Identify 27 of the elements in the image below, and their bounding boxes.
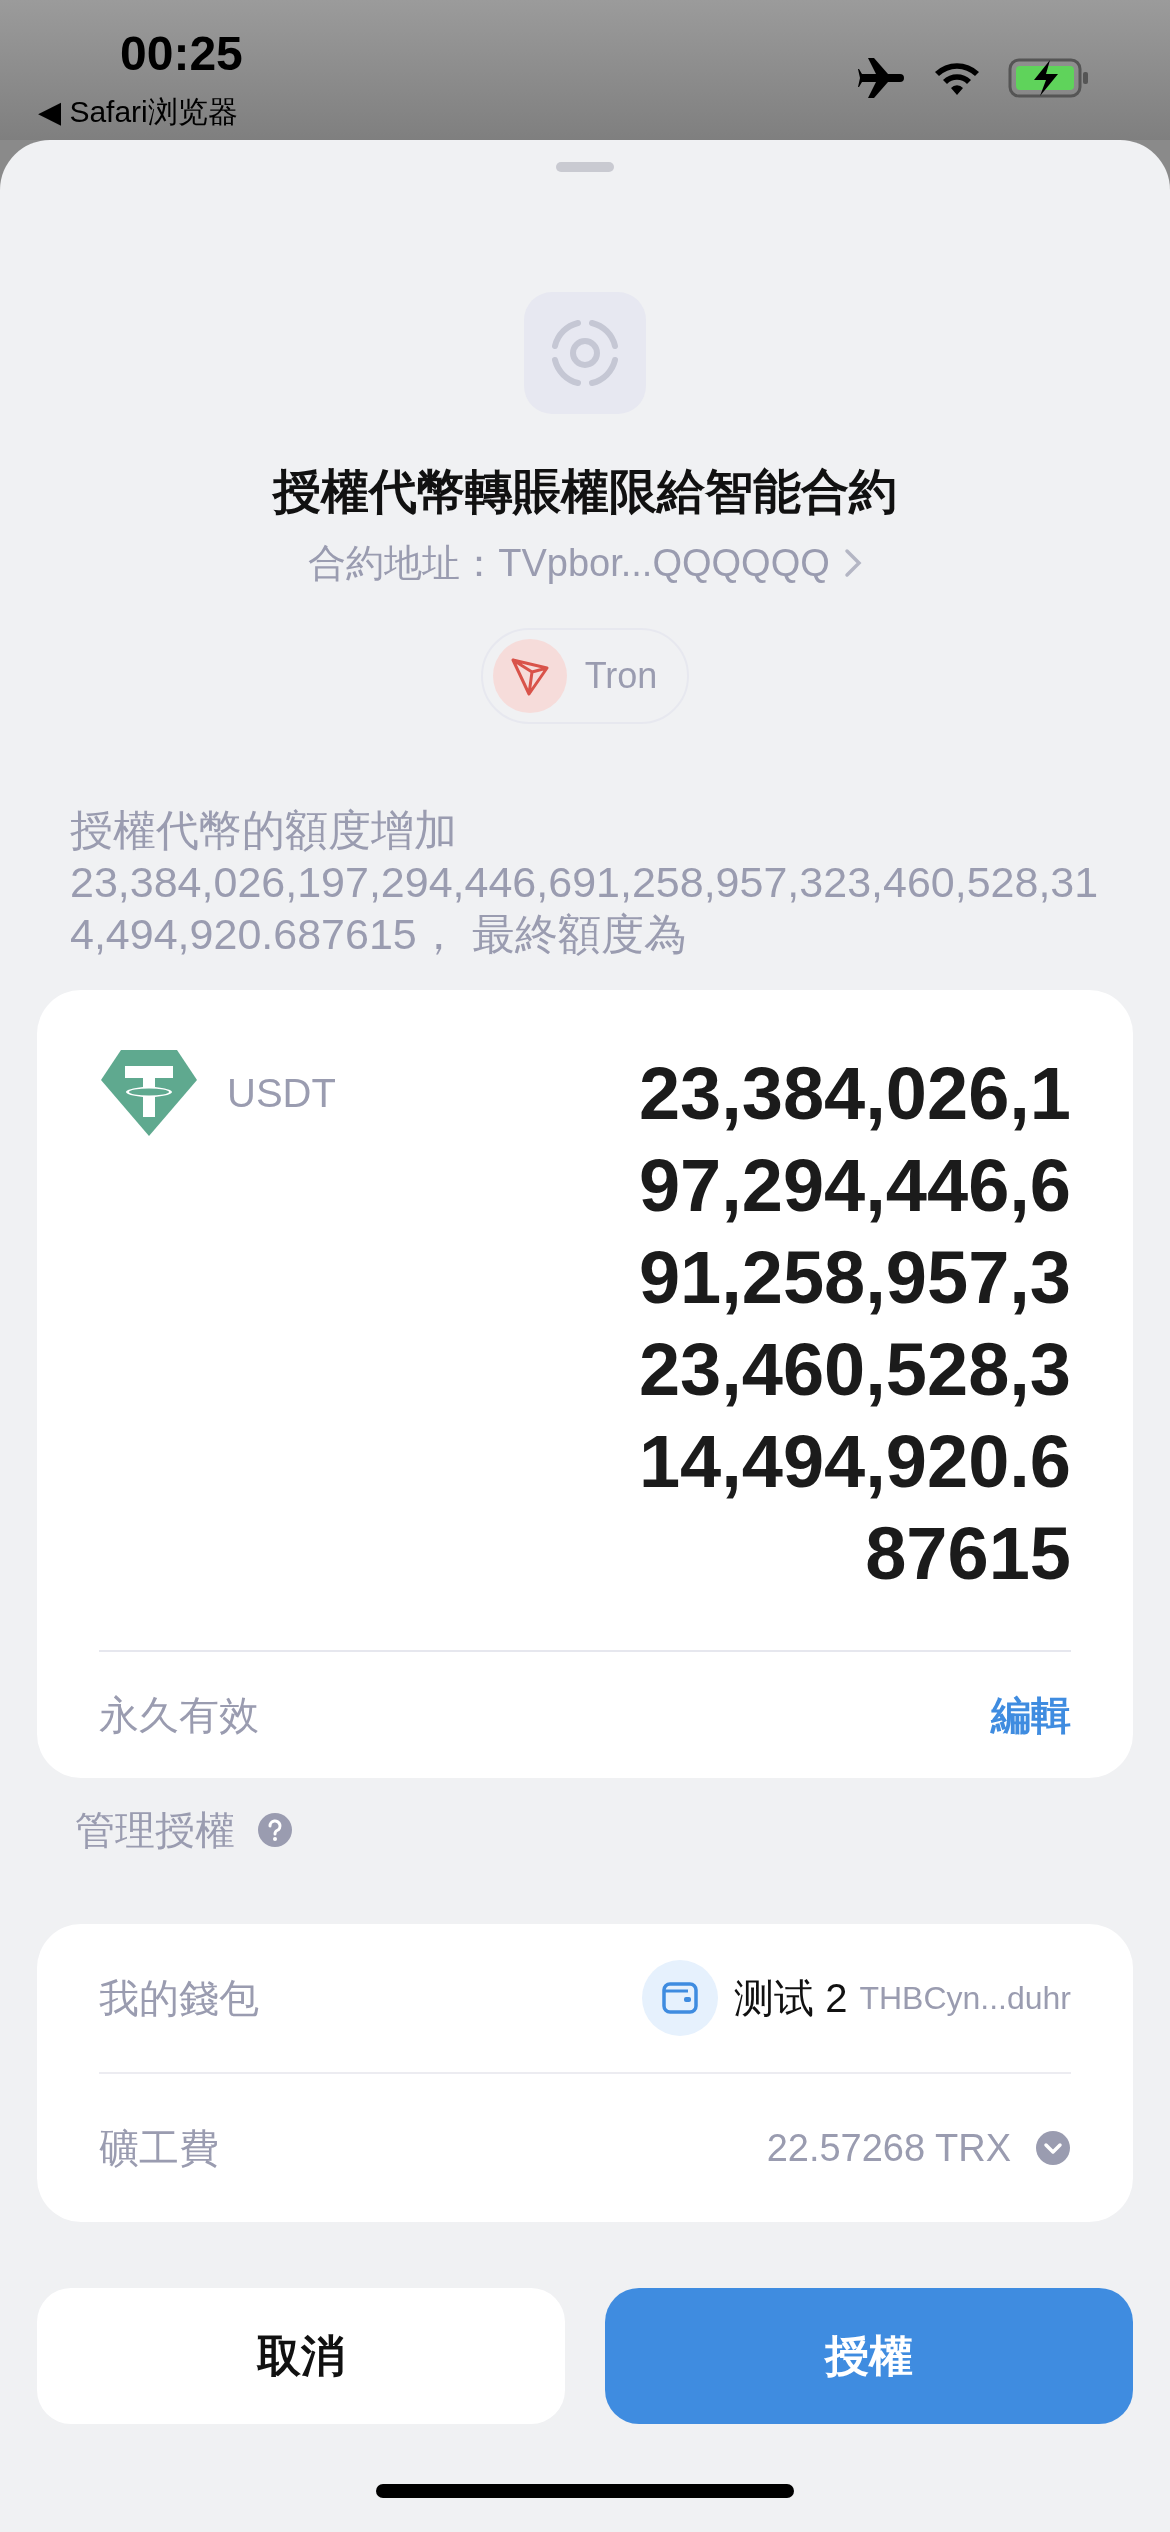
sheet-handle[interactable] xyxy=(556,162,614,172)
token-symbol: USDT xyxy=(227,1070,336,1116)
row-label: 我的錢包 xyxy=(99,1974,259,2022)
chevron-right-icon[interactable] xyxy=(843,548,862,578)
network-chip: Tron xyxy=(480,628,690,724)
allowance-amount: 23,384,026,197,294,446,691,258,957,323,460,528,314,494,920.687615 xyxy=(637,1051,1071,1597)
cancel-button[interactable]: 取消 xyxy=(37,2288,565,2424)
status-time: 00:25 xyxy=(120,26,243,81)
dapp-icon xyxy=(524,292,646,414)
edit-link[interactable]: 編輯 xyxy=(991,1687,1071,1743)
wallet-address: THBCyn...duhr xyxy=(859,1979,1071,2017)
tether-token-icon xyxy=(99,1048,199,1138)
contract-address[interactable]: 合約地址：TVpbor...QQQQQQ xyxy=(308,538,830,588)
tron-logo-icon xyxy=(492,639,567,713)
battery-icon xyxy=(1008,58,1090,98)
help-icon[interactable] xyxy=(257,1812,293,1848)
section-title: 管理授權 xyxy=(75,1806,235,1854)
approve-button[interactable]: 授權 xyxy=(605,2288,1133,2424)
allowance-description: 授權代幣的額度增加 23,384,026,197,294,446,691,258,957,323,460,528,314,494,920.687615， 最終額度為 xyxy=(70,805,1100,960)
wallet-name: 测试 2 xyxy=(734,1974,848,2022)
validity-label: 永久有效 xyxy=(99,1691,259,1739)
fee-value: 22.57268 TRX xyxy=(766,2126,1011,2170)
back-link[interactable]: ◀ Safari浏览器 xyxy=(38,92,238,133)
dropdown-icon[interactable] xyxy=(1035,2130,1071,2166)
request-title: 授權代幣轉賬權限給智能合約 xyxy=(273,464,897,520)
row-label: 礦工費 xyxy=(99,2124,219,2172)
airplane-icon xyxy=(858,56,906,100)
